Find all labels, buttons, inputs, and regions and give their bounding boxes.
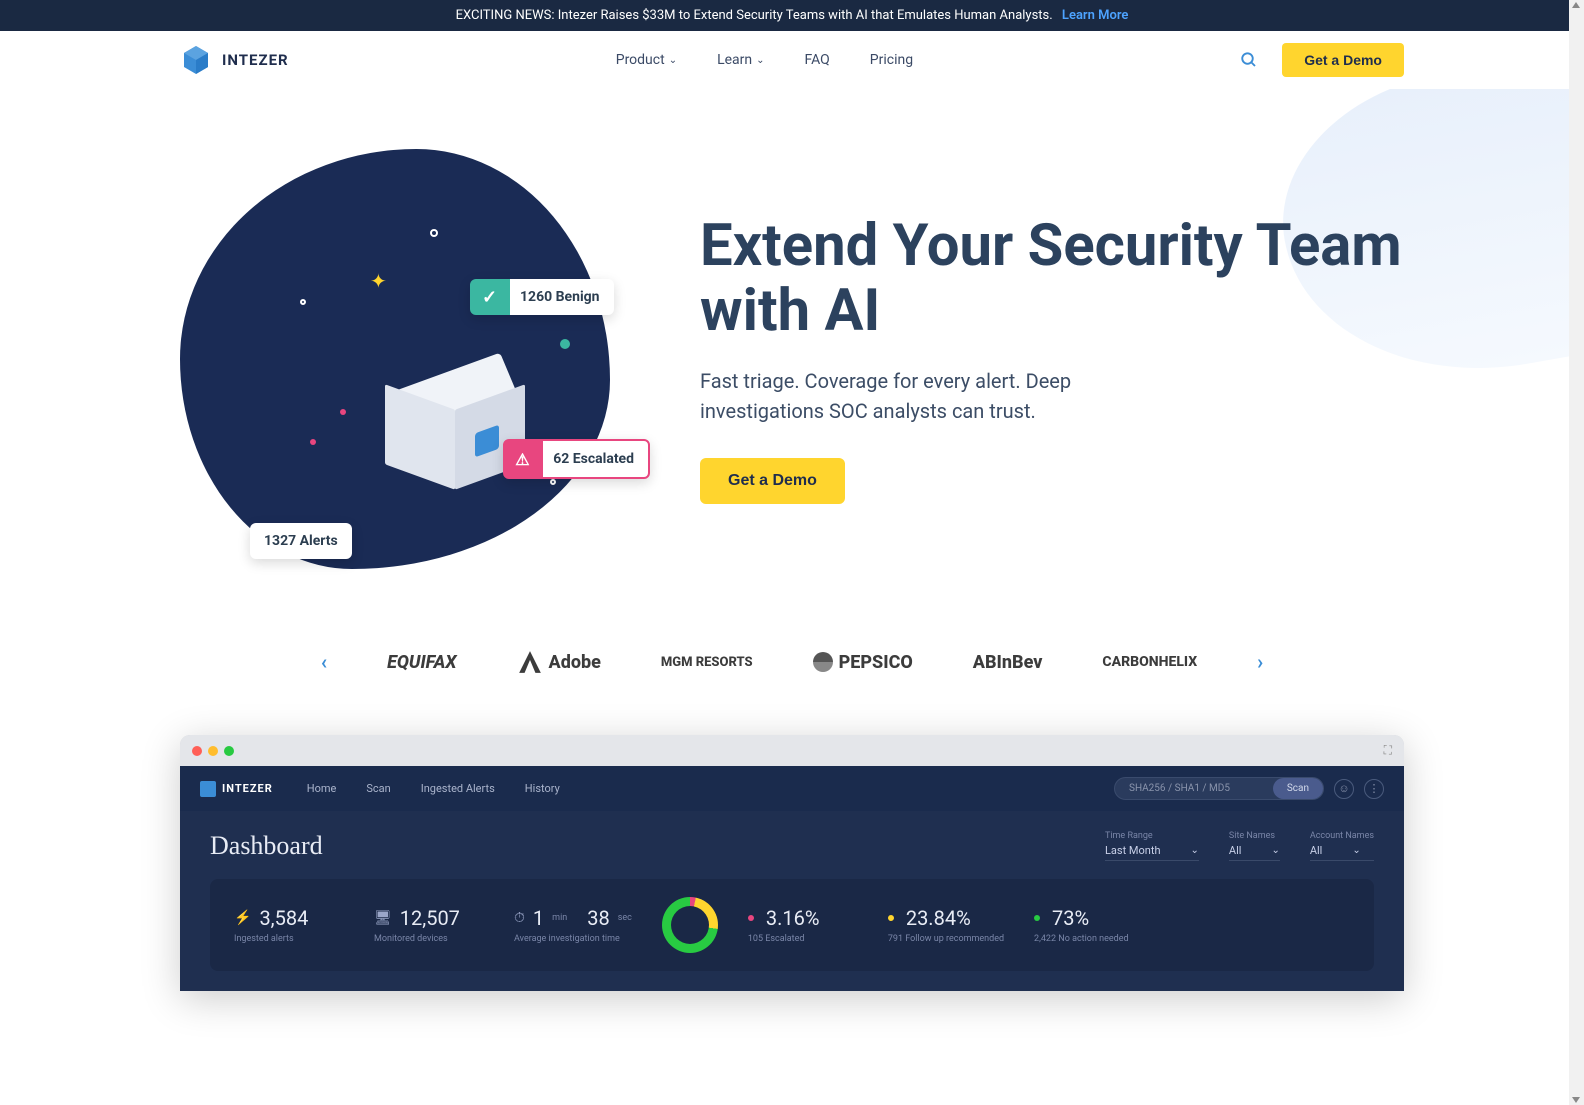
announcement-text: EXCITING NEWS: Intezer Raises $33M to Ex… [456, 8, 1053, 23]
nav-learn[interactable]: Learn⌄ [717, 52, 764, 68]
dot-icon [888, 915, 894, 921]
escalated-badge: 62 Escalated [503, 439, 650, 479]
chevron-down-icon: ⌄ [756, 55, 764, 66]
user-icon[interactable]: ☺ [1334, 779, 1354, 799]
stat-monitored: 🖥12,507 Monitored devices [374, 906, 484, 944]
chevron-down-icon: ⌄ [1352, 845, 1360, 856]
stat-escalated: 3.16% 105 Escalated [748, 906, 858, 944]
hero-text: Extend Your Security Team with AI Fast t… [700, 214, 1404, 504]
hero-demo-button[interactable]: Get a Demo [700, 458, 845, 504]
filter-timerange[interactable]: Time Range Last Month⌄ [1105, 831, 1199, 861]
tab-home[interactable]: Home [293, 774, 351, 803]
expand-icon[interactable]: ⛶ [1384, 743, 1392, 758]
tab-history[interactable]: History [511, 774, 574, 803]
tab-scan[interactable]: Scan [352, 774, 404, 803]
hero-subtitle: Fast triage. Coverage for every alert. D… [700, 366, 1200, 426]
bolt-icon: ⚡ [234, 910, 251, 926]
logo-adobe: Adobe [517, 649, 601, 675]
logo-pepsico: PEPSICO [813, 652, 913, 673]
logo-abinbev: ABInBev [973, 652, 1043, 673]
stats-panel: ⚡3,584 Ingested alerts 🖥12,507 Monitored… [210, 879, 1374, 971]
carousel-prev[interactable]: ‹ [321, 650, 327, 674]
announcement-link[interactable]: Learn More [1062, 8, 1128, 23]
hero-illustration: ✦ ✦ 1327 Alerts 1260 Benign 62 Escalated [180, 149, 640, 569]
customer-logos: ‹ EQUIFAX Adobe MGM RESORTS PEPSICO ABIn… [0, 609, 1584, 715]
brand-name: INTEZER [222, 51, 289, 69]
minimize-icon[interactable] [208, 746, 218, 756]
dash-tabs: Home Scan Ingested Alerts History [293, 774, 574, 803]
nav-product[interactable]: Product⌄ [616, 52, 677, 68]
nav-pricing[interactable]: Pricing [870, 52, 913, 68]
logo-equifax: EQUIFAX [387, 652, 456, 673]
window-titlebar: ⛶ [180, 735, 1404, 766]
hero-section: ✦ ✦ 1327 Alerts 1260 Benign 62 Escalated… [0, 89, 1584, 609]
nav-links: Product⌄ Learn⌄ FAQ Pricing [616, 52, 913, 68]
alerts-badge: 1327 Alerts [250, 523, 352, 559]
timer-icon: ⏱ [514, 910, 525, 926]
search-icon[interactable] [1240, 51, 1258, 69]
dashboard-preview: ⛶ INTEZER Home Scan Ingested Alerts Hist… [0, 715, 1584, 1011]
chevron-down-icon: ⌄ [1271, 845, 1279, 856]
hash-search-input[interactable]: SHA256 / SHA1 / MD5 Scan [1114, 777, 1324, 800]
dash-logo: INTEZER [200, 781, 273, 797]
dashboard-body: Dashboard Time Range Last Month⌄ Site Na… [180, 811, 1404, 991]
stat-ingested: ⚡3,584 Ingested alerts [234, 906, 344, 944]
dashboard-window: ⛶ INTEZER Home Scan Ingested Alerts Hist… [180, 735, 1404, 991]
chevron-down-icon: ⌄ [669, 55, 677, 66]
dash-search-wrap: SHA256 / SHA1 / MD5 Scan ☺ ⋮ [1114, 777, 1384, 800]
stat-followup: 23.84% 791 Follow up recommended [888, 906, 1004, 944]
dot-icon [1034, 915, 1040, 921]
adobe-icon [517, 649, 543, 675]
benign-badge: 1260 Benign [470, 279, 614, 315]
chevron-down-icon: ⌄ [1191, 845, 1199, 856]
traffic-lights [192, 746, 234, 756]
tab-ingested[interactable]: Ingested Alerts [407, 774, 509, 803]
stat-noaction: 73% 2,422 No action needed [1034, 906, 1144, 944]
stat-avgtime: ⏱1min 38sec Average investigation time [514, 906, 632, 944]
close-icon[interactable] [192, 746, 202, 756]
monitor-icon: 🖥 [374, 910, 392, 926]
get-demo-button[interactable]: Get a Demo [1282, 43, 1404, 77]
filter-sitenames[interactable]: Site Names All⌄ [1229, 831, 1280, 861]
navbar: INTEZER Product⌄ Learn⌄ FAQ Pricing Get … [0, 31, 1584, 89]
logo-mgm: MGM RESORTS [661, 655, 753, 670]
hero-title: Extend Your Security Team with AI [700, 214, 1404, 344]
filter-accounts[interactable]: Account Names All⌄ [1310, 831, 1374, 861]
cube-icon [380, 359, 530, 509]
scan-button[interactable]: Scan [1273, 778, 1323, 799]
brand-logo[interactable]: INTEZER [180, 44, 289, 76]
nav-right: Get a Demo [1240, 43, 1404, 77]
nav-faq[interactable]: FAQ [805, 52, 830, 68]
announcement-bar: EXCITING NEWS: Intezer Raises $33M to Ex… [0, 0, 1584, 31]
dashboard-title: Dashboard [210, 831, 323, 861]
cube-logo-icon [180, 44, 212, 76]
logo-carbonhelix: CARBONHELIX [1102, 654, 1197, 670]
carousel-next[interactable]: › [1257, 650, 1263, 674]
dot-icon [748, 915, 754, 921]
maximize-icon[interactable] [224, 746, 234, 756]
more-icon[interactable]: ⋮ [1364, 779, 1384, 799]
dashboard-header: INTEZER Home Scan Ingested Alerts Histor… [180, 766, 1404, 811]
dashboard-filters: Time Range Last Month⌄ Site Names All⌄ A… [1105, 831, 1374, 861]
cube-logo-icon [200, 781, 216, 797]
donut-chart [662, 897, 718, 953]
